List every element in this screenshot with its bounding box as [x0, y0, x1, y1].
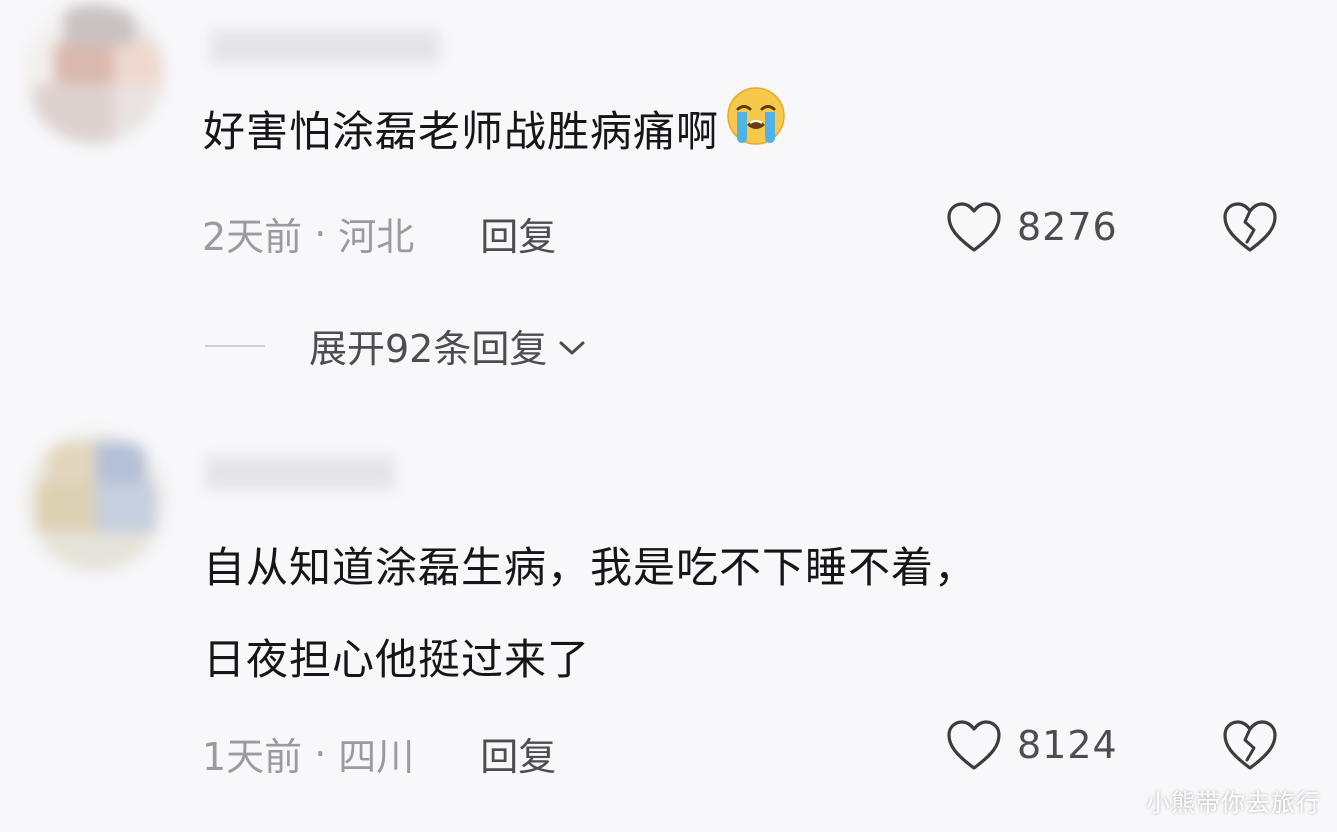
comment-meta: 1天前 · 四川 回复	[202, 726, 556, 781]
avatar[interactable]	[24, 4, 164, 144]
comment-location: 四川	[338, 735, 415, 779]
broken-heart-icon	[1223, 720, 1277, 770]
divider-line	[205, 344, 265, 347]
comment-item: 自从知道涂磊生病，我是吃不下睡不着， 日夜担心他挺过来了 1天前 · 四川 回复…	[0, 420, 1337, 832]
like-button[interactable]: 8124	[945, 718, 1118, 772]
comment-item: 好害怕涂磊老师战胜病痛啊 2天前 · 河北 回复 8276 展开92条回复	[0, 0, 1337, 400]
meta-separator: ·	[314, 731, 327, 776]
comment-location: 河北	[338, 215, 415, 259]
comment-time: 1天前	[202, 735, 303, 779]
like-count: 8276	[1017, 205, 1118, 249]
username-blurred[interactable]	[205, 456, 395, 490]
dislike-button[interactable]	[1221, 200, 1279, 258]
heart-outline-icon	[947, 202, 1001, 252]
chevron-down-icon	[559, 341, 585, 354]
like-count: 8124	[1017, 723, 1118, 767]
comment-text-content: 好害怕涂磊老师战胜病痛啊	[203, 107, 720, 156]
meta-separator: ·	[314, 211, 327, 256]
dislike-button[interactable]	[1221, 718, 1279, 776]
loudly-crying-face-icon	[725, 85, 787, 179]
avatar[interactable]	[26, 432, 166, 572]
expand-replies-button[interactable]: 展开92条回复	[205, 318, 587, 373]
comment-time: 2天前	[202, 215, 303, 259]
comment-text: 自从知道涂磊生病，我是吃不下睡不着， 日夜担心他挺过来了	[203, 522, 977, 706]
comment-text-line: 自从知道涂磊生病，我是吃不下睡不着，	[203, 543, 978, 592]
comment-meta: 2天前 · 河北 回复	[202, 206, 556, 261]
heart-outline-icon	[947, 720, 1001, 770]
like-button[interactable]: 8276	[945, 200, 1118, 254]
watermark: 小熊带你去旅行	[1146, 789, 1321, 817]
reply-button[interactable]: 回复	[480, 206, 556, 261]
expand-replies-label: 展开92条回复	[309, 327, 548, 371]
comment-text-line: 日夜担心他挺过来了	[203, 635, 591, 684]
username-blurred[interactable]	[210, 30, 440, 64]
reply-button[interactable]: 回复	[480, 726, 556, 781]
comment-text: 好害怕涂磊老师战胜病痛啊	[203, 86, 787, 179]
broken-heart-icon	[1223, 202, 1277, 252]
